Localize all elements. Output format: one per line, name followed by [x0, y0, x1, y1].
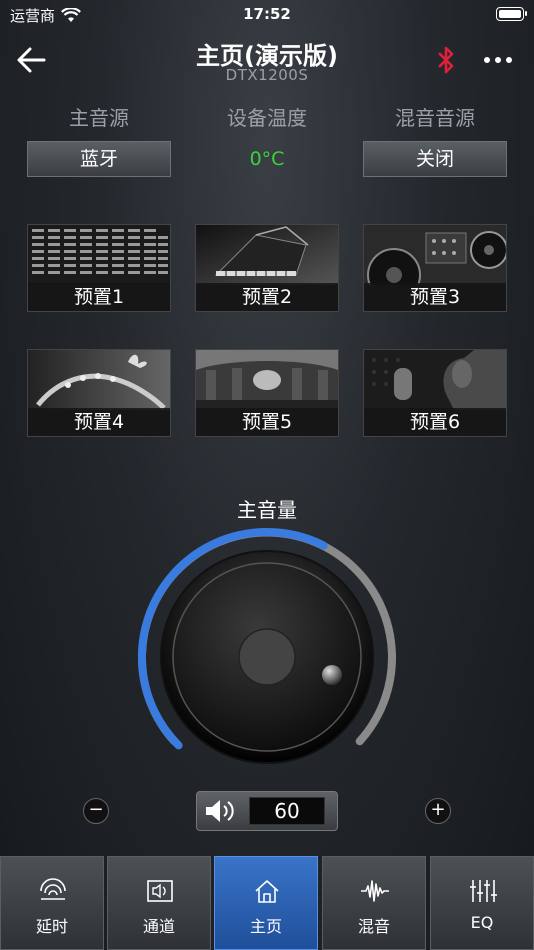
signal-waves-icon [40, 878, 66, 900]
navigation-bar: 主页(演示版) DTX1200S [0, 30, 534, 90]
saxophone-image [28, 350, 170, 410]
speaker-volume-icon [206, 800, 234, 822]
mix-source-label: 混音音源 [395, 106, 475, 130]
dj-turntable-image [364, 225, 506, 285]
preset-4-label: 预置4 [28, 408, 170, 436]
tab-delay-label: 延时 [35, 917, 68, 936]
tab-eq[interactable]: EQ [430, 856, 534, 950]
tab-home[interactable]: 主页 [214, 856, 318, 950]
master-volume-title: 主音量 [237, 498, 297, 522]
tab-mix-label: 混音 [357, 917, 390, 936]
concert-hall-image [196, 350, 338, 410]
clock: 17:52 [243, 5, 291, 23]
volume-display: 60 [196, 791, 338, 831]
preset-5-label: 预置5 [196, 408, 338, 436]
preset-2[interactable]: 预置2 [195, 224, 339, 312]
battery-icon [496, 7, 527, 21]
volume-value: 60 [249, 797, 325, 825]
mix-source-button[interactable]: 关闭 [363, 141, 507, 177]
piano-image [196, 225, 338, 285]
tab-delay[interactable]: 延时 [0, 856, 104, 950]
main-source-label: 主音源 [69, 106, 129, 130]
waveform-icon [361, 880, 389, 902]
tab-home-label: 主页 [249, 917, 282, 936]
preset-2-label: 预置2 [196, 283, 338, 311]
volume-down-button[interactable]: − [83, 798, 109, 824]
master-volume-knob[interactable] [130, 520, 404, 794]
preset-4[interactable]: 预置4 [27, 349, 171, 437]
status-bar: 运营商 17:52 [0, 0, 534, 30]
tab-eq-label: EQ [470, 913, 494, 932]
volume-up-button[interactable]: + [425, 798, 451, 824]
equalizer-bars-image [28, 225, 170, 285]
home-icon [255, 880, 279, 903]
equalizer-sliders-icon [470, 880, 497, 902]
preset-5[interactable]: 预置5 [195, 349, 339, 437]
singer-microphone-image [364, 350, 506, 410]
more-options-icon[interactable] [480, 48, 516, 72]
bluetooth-icon[interactable] [434, 44, 458, 76]
source-labels: 主音源 设备温度 混音音源 [0, 102, 534, 132]
preset-3-label: 预置3 [364, 283, 506, 311]
temperature-label: 设备温度 [227, 106, 307, 130]
tab-channel-label: 通道 [142, 917, 175, 936]
tab-bar: 延时 通道 主页 混音 EQ [0, 856, 534, 950]
temperature-value: 0°C [249, 148, 285, 170]
preset-1[interactable]: 预置1 [27, 224, 171, 312]
source-values: 蓝牙 0°C 关闭 [0, 141, 534, 179]
tab-mix[interactable]: 混音 [322, 856, 426, 950]
preset-6-label: 预置6 [364, 408, 506, 436]
tab-channel[interactable]: 通道 [107, 856, 211, 950]
preset-1-label: 预置1 [28, 283, 170, 311]
speaker-channel-icon [147, 880, 173, 902]
main-source-button[interactable]: 蓝牙 [27, 141, 171, 177]
preset-6[interactable]: 预置6 [363, 349, 507, 437]
preset-3[interactable]: 预置3 [363, 224, 507, 312]
